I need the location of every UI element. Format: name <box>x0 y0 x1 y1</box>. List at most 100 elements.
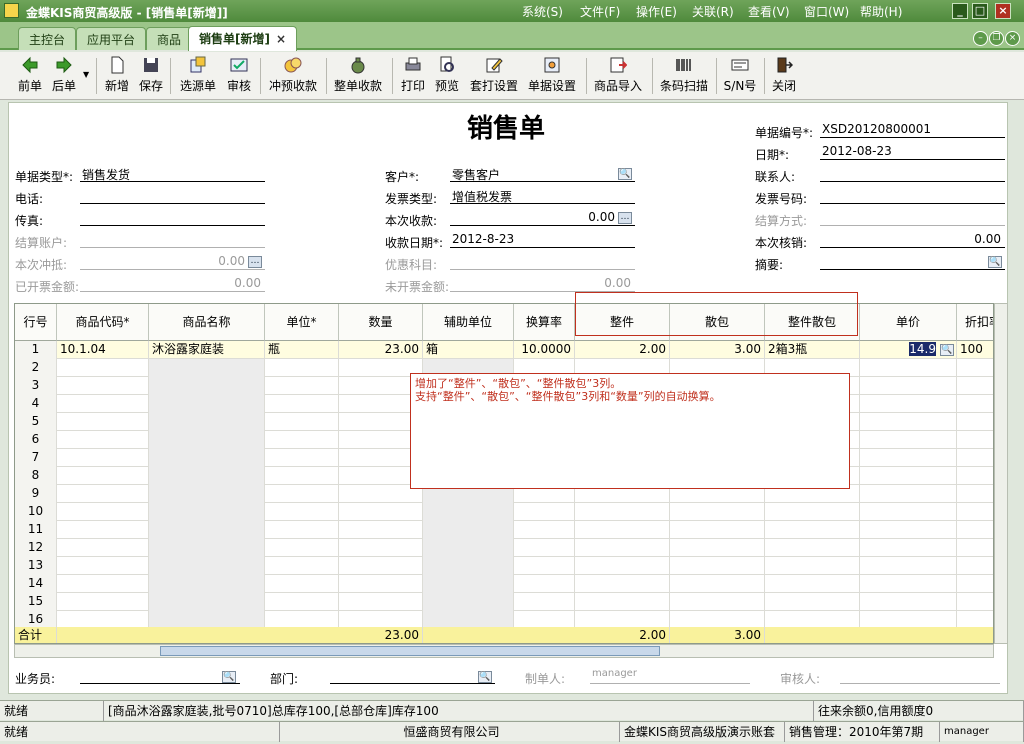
table-cell[interactable] <box>860 467 957 485</box>
bill-settings-button[interactable]: 单据设置 <box>524 54 580 98</box>
table-cell[interactable] <box>957 431 993 449</box>
table-cell[interactable] <box>149 413 265 431</box>
table-cell[interactable] <box>423 503 514 521</box>
table-cell[interactable] <box>57 467 149 485</box>
table-row[interactable]: 12 <box>15 539 993 557</box>
table-cell[interactable] <box>957 449 993 467</box>
table-cell[interactable] <box>670 503 765 521</box>
table-cell[interactable] <box>575 539 670 557</box>
table-cell[interactable] <box>957 521 993 539</box>
serial-number-button[interactable]: S/N号 <box>720 54 760 98</box>
table-cell[interactable] <box>957 377 993 395</box>
table-cell[interactable] <box>514 539 575 557</box>
fax-field[interactable] <box>80 210 265 226</box>
invoice-type-field[interactable]: 增值税发票 <box>450 188 635 204</box>
table-cell[interactable] <box>265 557 339 575</box>
menu-view[interactable]: 查看(V) <box>748 3 790 20</box>
bill-type-field[interactable]: 销售发货 <box>80 166 265 182</box>
col-code[interactable]: 商品代码* <box>57 304 149 341</box>
table-cell[interactable] <box>860 395 957 413</box>
customer-lookup-icon[interactable]: 🔍 <box>618 168 632 180</box>
table-row[interactable]: 1 10.1.04 沐浴露家庭装 瓶 23.00 箱 10.0000 2.00 … <box>15 341 993 359</box>
next-bill-button[interactable]: 后单 <box>48 54 80 98</box>
table-cell[interactable] <box>57 377 149 395</box>
table-cell[interactable] <box>860 431 957 449</box>
import-goods-button[interactable]: 商品导入 <box>590 54 646 98</box>
cell-qty[interactable]: 23.00 <box>339 341 423 359</box>
prev-bill-button[interactable]: 前单 <box>14 54 46 98</box>
table-cell[interactable] <box>860 485 957 503</box>
table-cell[interactable] <box>265 521 339 539</box>
table-cell[interactable] <box>339 575 423 593</box>
mdi-close-icon[interactable]: × <box>1005 31 1020 46</box>
table-cell[interactable] <box>860 359 957 377</box>
table-cell[interactable] <box>514 503 575 521</box>
col-qty[interactable]: 数量 <box>339 304 423 341</box>
scroll-thumb[interactable] <box>160 646 660 656</box>
table-cell[interactable] <box>57 575 149 593</box>
table-cell[interactable] <box>57 593 149 611</box>
close-button[interactable]: 关闭 <box>768 54 800 98</box>
vertical-scrollbar[interactable] <box>994 303 1008 644</box>
table-cell[interactable] <box>514 593 575 611</box>
summary-lookup-icon[interactable]: 🔍 <box>988 256 1002 268</box>
cell-mixed[interactable]: 2箱3瓶 <box>765 341 860 359</box>
full-receipt-button[interactable]: 整单收款 <box>330 54 386 98</box>
table-cell[interactable] <box>765 575 860 593</box>
table-cell[interactable] <box>957 359 993 377</box>
salesman-lookup-icon[interactable]: 🔍 <box>222 671 236 683</box>
dept-field[interactable] <box>330 668 495 684</box>
table-cell[interactable] <box>860 503 957 521</box>
table-cell[interactable] <box>514 557 575 575</box>
table-cell[interactable] <box>957 503 993 521</box>
offset-prepayment-button[interactable]: 冲预收款 <box>264 54 322 98</box>
table-cell[interactable] <box>149 359 265 377</box>
receipt-ellipsis-icon[interactable]: … <box>618 212 632 224</box>
table-cell[interactable] <box>957 593 993 611</box>
cell-unit[interactable]: 瓶 <box>265 341 339 359</box>
bill-no-field[interactable]: XSD20120800001 <box>820 122 1005 138</box>
table-cell[interactable] <box>265 377 339 395</box>
table-cell[interactable] <box>860 377 957 395</box>
cell-whole[interactable]: 2.00 <box>575 341 670 359</box>
cell-code[interactable]: 10.1.04 <box>57 341 149 359</box>
receipt-date-field[interactable]: 2012-8-23 <box>450 232 635 248</box>
table-cell[interactable] <box>514 575 575 593</box>
table-cell[interactable] <box>57 485 149 503</box>
phone-field[interactable] <box>80 188 265 204</box>
table-cell[interactable] <box>423 593 514 611</box>
table-cell[interactable] <box>670 539 765 557</box>
new-button[interactable]: 新增 <box>102 54 132 98</box>
table-cell[interactable] <box>149 467 265 485</box>
cell-name[interactable]: 沐浴露家庭装 <box>149 341 265 359</box>
dropdown-arrow-icon[interactable]: ▼ <box>83 70 89 79</box>
maximize-icon[interactable]: □ <box>972 3 988 19</box>
table-cell[interactable] <box>860 593 957 611</box>
date-field[interactable]: 2012-08-23 <box>820 144 1005 160</box>
table-row[interactable]: 14 <box>15 575 993 593</box>
table-row[interactable]: 11 <box>15 521 993 539</box>
table-cell[interactable] <box>765 521 860 539</box>
table-cell[interactable] <box>149 521 265 539</box>
mdi-restore-icon[interactable]: ❐ <box>989 31 1004 46</box>
col-name[interactable]: 商品名称 <box>149 304 265 341</box>
table-cell[interactable] <box>149 431 265 449</box>
col-unit[interactable]: 单位* <box>265 304 339 341</box>
close-tab-icon[interactable]: × <box>276 32 286 46</box>
table-cell[interactable] <box>339 593 423 611</box>
table-cell[interactable] <box>265 359 339 377</box>
salesman-field[interactable] <box>80 668 240 684</box>
table-cell[interactable] <box>575 503 670 521</box>
tab-console[interactable]: 主控台 <box>18 27 77 50</box>
table-cell[interactable] <box>860 557 957 575</box>
table-cell[interactable] <box>575 521 670 539</box>
table-cell[interactable] <box>765 503 860 521</box>
table-cell[interactable] <box>57 539 149 557</box>
table-cell[interactable] <box>957 557 993 575</box>
table-cell[interactable] <box>670 521 765 539</box>
preview-button[interactable]: 预览 <box>432 54 462 98</box>
table-cell[interactable] <box>265 395 339 413</box>
contact-field[interactable] <box>820 166 1005 182</box>
table-cell[interactable] <box>670 557 765 575</box>
table-cell[interactable] <box>265 431 339 449</box>
